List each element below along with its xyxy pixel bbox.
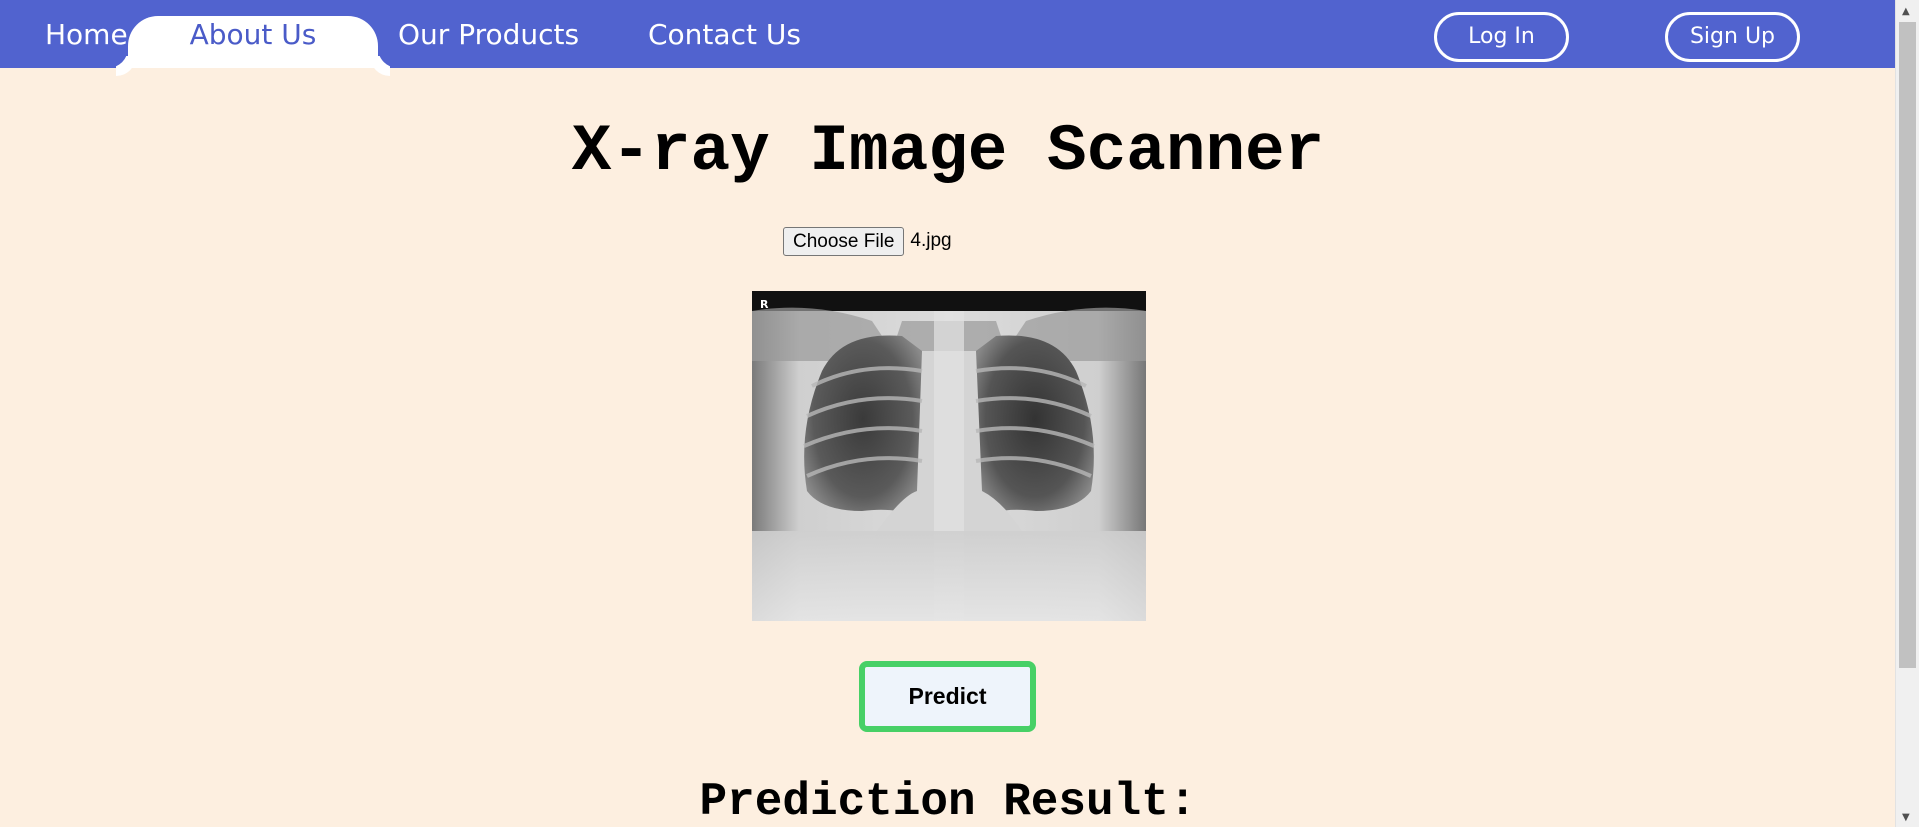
vertical-scrollbar[interactable]: ▲ ▼	[1895, 0, 1919, 827]
page-title: X-ray Image Scanner	[571, 114, 1325, 189]
predict-button[interactable]: Predict	[859, 661, 1036, 732]
nav-contact-link[interactable]: Contact Us	[648, 0, 801, 68]
selected-file-name: 4.jpg	[910, 230, 952, 251]
xray-image-preview: R	[752, 291, 1146, 621]
tab-curve-right	[378, 48, 398, 68]
top-navbar: Home About Us Our Products Contact Us Lo…	[0, 0, 1896, 68]
xray-side-marker: R	[760, 298, 769, 311]
scrollbar-thumb[interactable]	[1899, 22, 1916, 668]
nav-products-link[interactable]: Our Products	[398, 0, 579, 68]
choose-file-button[interactable]: Choose File	[783, 226, 905, 256]
nav-about-label: About Us	[189, 18, 317, 51]
login-button[interactable]: Log In	[1434, 12, 1569, 62]
prediction-result-heading: Prediction Result:	[699, 776, 1197, 827]
nav-about-link[interactable]: About Us	[128, 16, 378, 68]
page: Home About Us Our Products Contact Us Lo…	[0, 0, 1919, 827]
file-upload-row: Choose File 4.jpg	[783, 226, 952, 256]
scroll-up-arrow-icon[interactable]: ▲	[1902, 6, 1910, 17]
chest-xray-image: R	[752, 291, 1146, 621]
scroll-down-arrow-icon[interactable]: ▼	[1902, 812, 1910, 823]
signup-button[interactable]: Sign Up	[1665, 12, 1800, 62]
